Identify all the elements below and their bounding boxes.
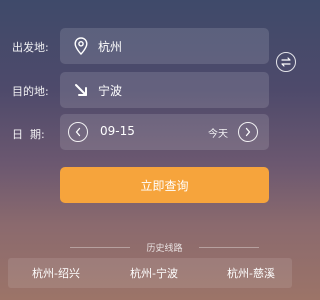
date-field[interactable]: 09-15 今天 <box>60 114 269 150</box>
history-divider-right <box>199 247 259 248</box>
swap-icon[interactable] <box>276 52 296 72</box>
next-day-button[interactable] <box>238 122 258 142</box>
to-label: 目的地: <box>12 85 49 98</box>
prev-day-button[interactable] <box>68 122 88 142</box>
query-button-label: 立即查询 <box>140 178 189 193</box>
location-pin-icon <box>70 35 92 57</box>
date-label: 日 期: <box>12 128 45 141</box>
history-item[interactable]: 杭州-绍兴 <box>32 265 80 281</box>
query-button[interactable]: 立即查询 <box>60 167 269 203</box>
history-item[interactable]: 杭州-宁波 <box>130 265 178 281</box>
history-header: 历史线路 <box>60 240 269 254</box>
arrow-down-right-icon <box>70 79 92 101</box>
to-field[interactable]: 宁波 <box>60 72 269 108</box>
date-value: 09-15 <box>100 124 135 138</box>
from-field[interactable]: 杭州 <box>60 28 269 64</box>
history-title: 历史线路 <box>146 243 183 254</box>
history-divider-left <box>70 247 130 248</box>
date-today-label: 今天 <box>208 129 228 140</box>
history-item[interactable]: 杭州-慈溪 <box>227 265 275 281</box>
from-value: 杭州 <box>98 39 123 54</box>
from-label: 出发地: <box>12 41 49 54</box>
to-value: 宁波 <box>98 83 123 98</box>
